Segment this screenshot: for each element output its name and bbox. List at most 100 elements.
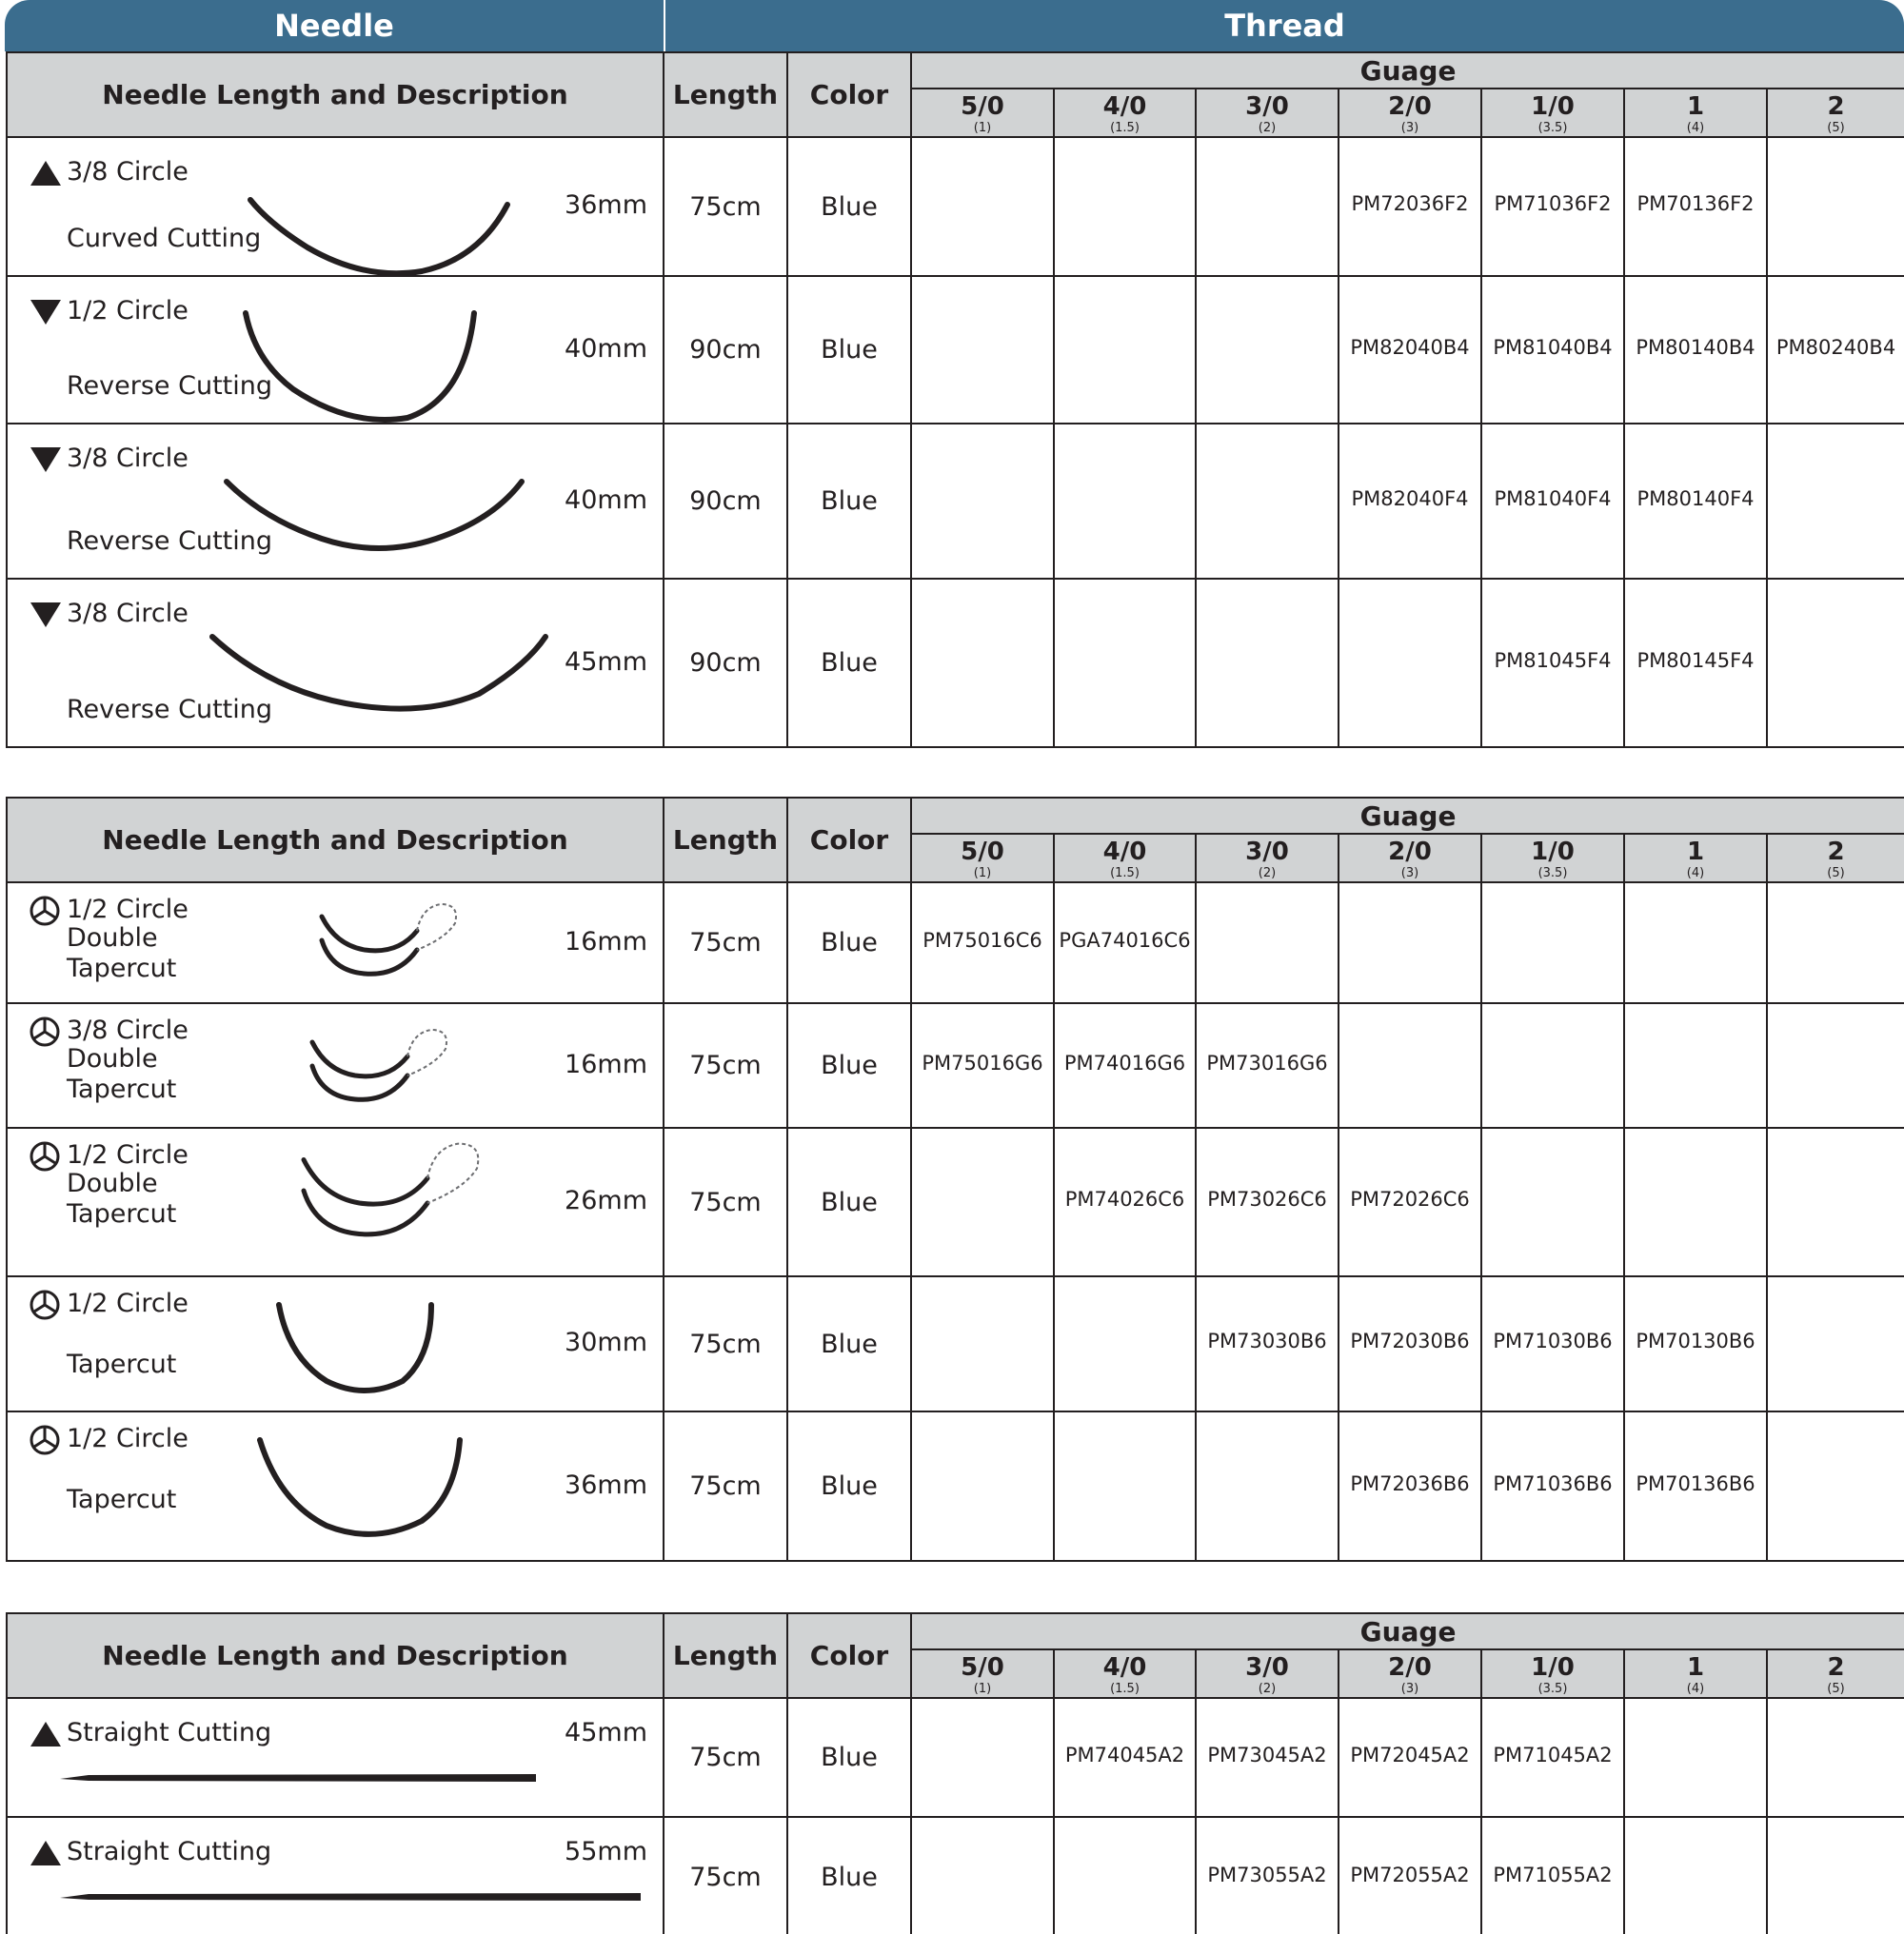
needle-description-cell: Straight Cutting 45mm [6,1697,664,1818]
table-row: 3/8 Circle Reverse Cutting 45mm 90cm Blue PM8… [6,578,1904,748]
thread-color: Blue [786,1275,912,1412]
gauge-size: 3/0 [1245,91,1289,121]
product-code: PM80145F4 [1623,578,1768,748]
product-code: PM82040B4 [1338,275,1482,424]
product-code: PM71030B6 [1480,1275,1625,1412]
needle-type-label: 1/2 Circle [67,296,188,326]
thread-color: Blue [786,1002,912,1129]
thread-length: 90cm [663,578,788,748]
thread-color: Blue [786,1816,912,1934]
product-code [1623,1002,1768,1129]
product-code: PM70136F2 [1623,136,1768,277]
thread-color: Blue [786,423,912,580]
gauge-header: 5/0 (1) [910,833,1055,883]
gauge-metric: (3) [1400,1681,1419,1696]
product-code: PM74026C6 [1053,1127,1197,1277]
product-code [910,1275,1055,1412]
product-code [1053,578,1197,748]
needle-point-label-2: Tapercut [67,1199,177,1229]
gauge-header: 5/0 (1) [910,1648,1055,1699]
gauge-size: 2/0 [1388,837,1432,866]
gauge-size: 4/0 [1102,1652,1147,1682]
gauge-metric: (4) [1686,1681,1705,1696]
needle-point-label-2: Tapercut [67,1075,177,1104]
gauge-size: 2 [1827,837,1845,866]
needle-description-cell: 3/8 Circle Curved Cutting 36mm [6,136,664,277]
product-code [1195,1411,1339,1562]
column-header-desc: Needle Length and Description [6,1612,664,1699]
product-code [1480,1002,1625,1129]
needle-type-label: 3/8 Circle [67,599,188,628]
product-code [1765,1275,1904,1412]
thread-length: 75cm [663,1275,788,1412]
gauge-size: 1 [1686,837,1705,866]
product-code: PM72036B6 [1338,1411,1482,1562]
gauge-metric: (4) [1686,865,1705,880]
product-code: PM71036B6 [1480,1411,1625,1562]
product-code: PM72030B6 [1338,1275,1482,1412]
product-code: PM75016G6 [910,1002,1055,1129]
product-code: PM71045A2 [1480,1697,1625,1818]
product-code [910,275,1055,424]
product-code: PM71036F2 [1480,136,1625,277]
product-code [910,1411,1055,1562]
product-code [1195,881,1339,1004]
product-code [1765,136,1904,277]
product-code: PM70130B6 [1623,1275,1768,1412]
product-code [1053,136,1197,277]
triangle-up-icon [29,1839,63,1871]
product-code: PM72036F2 [1338,136,1482,277]
needle-type-label: 1/2 Circle [67,1289,188,1318]
needle-description-cell: 3/8 Circle Double Tapercut 16mm [6,1002,664,1129]
gauge-metric: (5) [1827,1681,1845,1696]
needle-point-label: Double [67,1044,158,1074]
column-header-guage: Guage [909,797,1904,835]
product-code: PM73026C6 [1195,1127,1339,1277]
gauge-metric: (2) [1258,1681,1277,1696]
gauge-header: 1 (4) [1623,1648,1768,1699]
needle-type-label: 1/2 Circle [67,895,188,924]
needle-length: 30mm [565,1328,647,1357]
gauge-size: 4/0 [1102,837,1147,866]
gauge-metric: (1) [973,1681,992,1696]
gauge-metric: (2) [1258,865,1277,880]
gauge-size: 4/0 [1102,91,1147,121]
needle-type-label: 3/8 Circle [67,444,188,473]
product-code [1053,1411,1197,1562]
gauge-size: 5/0 [961,91,1004,121]
gauge-size: 2/0 [1388,91,1432,121]
needle-length: 16mm [565,927,647,957]
product-code: PM72026C6 [1338,1127,1482,1277]
product-code [1623,1127,1768,1277]
taper-circle-icon [29,895,61,931]
product-code: PM73045A2 [1195,1697,1339,1818]
thread-color: Blue [786,881,912,1004]
thread-length: 75cm [663,881,788,1004]
gauge-size: 1 [1686,1652,1705,1682]
thread-color: Blue [786,578,912,748]
product-code [1480,1127,1625,1277]
needle-length: 16mm [565,1050,647,1079]
table-row: 1/2 Circle Tapercut 30mm 75cm Blue PM73030B6 P… [6,1275,1904,1412]
gauge-metric: (5) [1827,120,1845,135]
table-row: 3/8 Circle Reverse Cutting 40mm 90cm Blue PM8… [6,423,1904,580]
thread-color: Blue [786,1697,912,1818]
thread-length: 75cm [663,1697,788,1818]
gauge-size: 3/0 [1245,837,1289,866]
product-code [910,1127,1055,1277]
product-code: PM70136B6 [1623,1411,1768,1562]
column-header-desc: Needle Length and Description [6,797,664,883]
product-code: PM73055A2 [1195,1816,1339,1934]
product-code [1623,881,1768,1004]
product-code [1053,423,1197,580]
gauge-size: 2 [1827,1652,1845,1682]
gauge-size: 2/0 [1388,1652,1432,1682]
product-code: PGA74016C6 [1053,881,1197,1004]
product-code [1480,881,1625,1004]
product-code [1765,578,1904,748]
needle-point-label: Tapercut [67,1485,177,1514]
product-code [1053,1275,1197,1412]
gauge-header: 2/0 (3) [1338,1648,1482,1699]
gauge-metric: (5) [1827,865,1845,880]
product-code: PM72045A2 [1338,1697,1482,1818]
